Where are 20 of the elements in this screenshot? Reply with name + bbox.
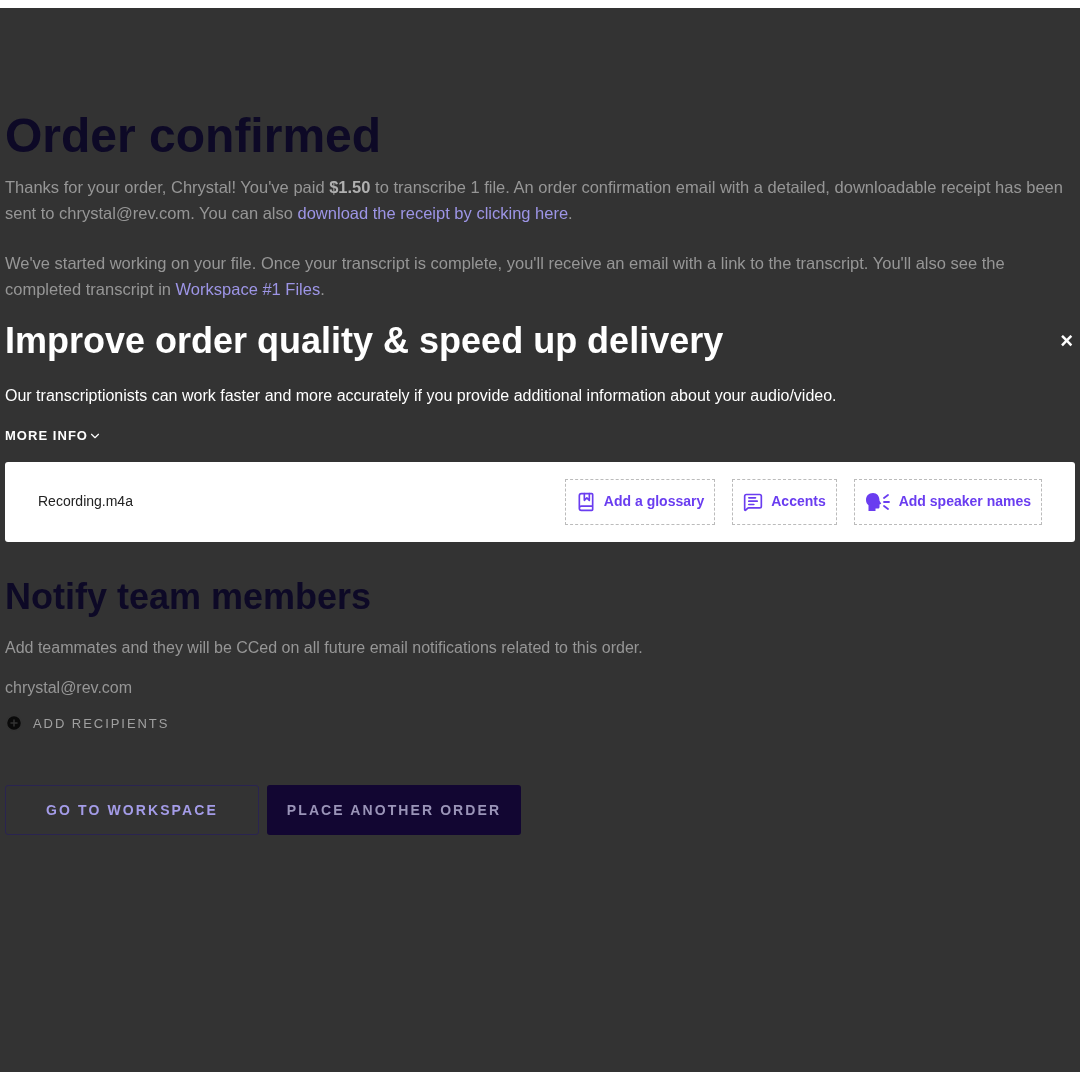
action-button[interactable]: Add a glossary: [564, 478, 716, 525]
action-button[interactable]: Add speaker names: [853, 478, 1042, 525]
email-address: chrystal@rev.com: [5, 677, 133, 698]
paragraph: We've started working on your file. Once your transcript is complete, you'll receive an email with a link to the transcript. You'll also see the completed transcript in Workspace #1 Files.: [5, 253, 1006, 300]
section-description: Add teammates and they will be CCed on all future email notifications related to this order.: [5, 637, 644, 658]
action-button[interactable]: GO TO WORKSPACE: [5, 785, 259, 835]
plus-circle-icon: [5, 714, 23, 733]
speaking-head-icon: [864, 491, 891, 512]
dialog-description: Our transcriptionists can work faster and more accurately if you provide additional information about your audio/video.: [5, 386, 838, 406]
close-button[interactable]: ×: [1060, 330, 1073, 352]
text-link[interactable]: Workspace #1 Files: [175, 280, 321, 298]
chat-bubble-icon: [743, 491, 764, 512]
dialog-title: Improve order quality & speed up delivery: [5, 319, 724, 363]
file-name: Recording.m4a: [38, 492, 133, 511]
more-info-toggle[interactable]: MORE INFO: [5, 426, 103, 446]
action-button[interactable]: PLACE ANOTHER ORDER: [267, 785, 521, 835]
action-button[interactable]: Accents: [732, 478, 837, 525]
paragraph: Thanks for your order, Chrystal! You've paid $1.50 to transcribe 1 file. An order confirmation email with a detailed, downloadable receipt has been sent to chrystal@rev.com. You can also download the receipt by clicking here.: [5, 177, 1064, 224]
add-recipients-button[interactable]: ADD RECIPIENTS: [5, 713, 170, 733]
text-link[interactable]: download the receipt by clicking here: [297, 204, 569, 222]
